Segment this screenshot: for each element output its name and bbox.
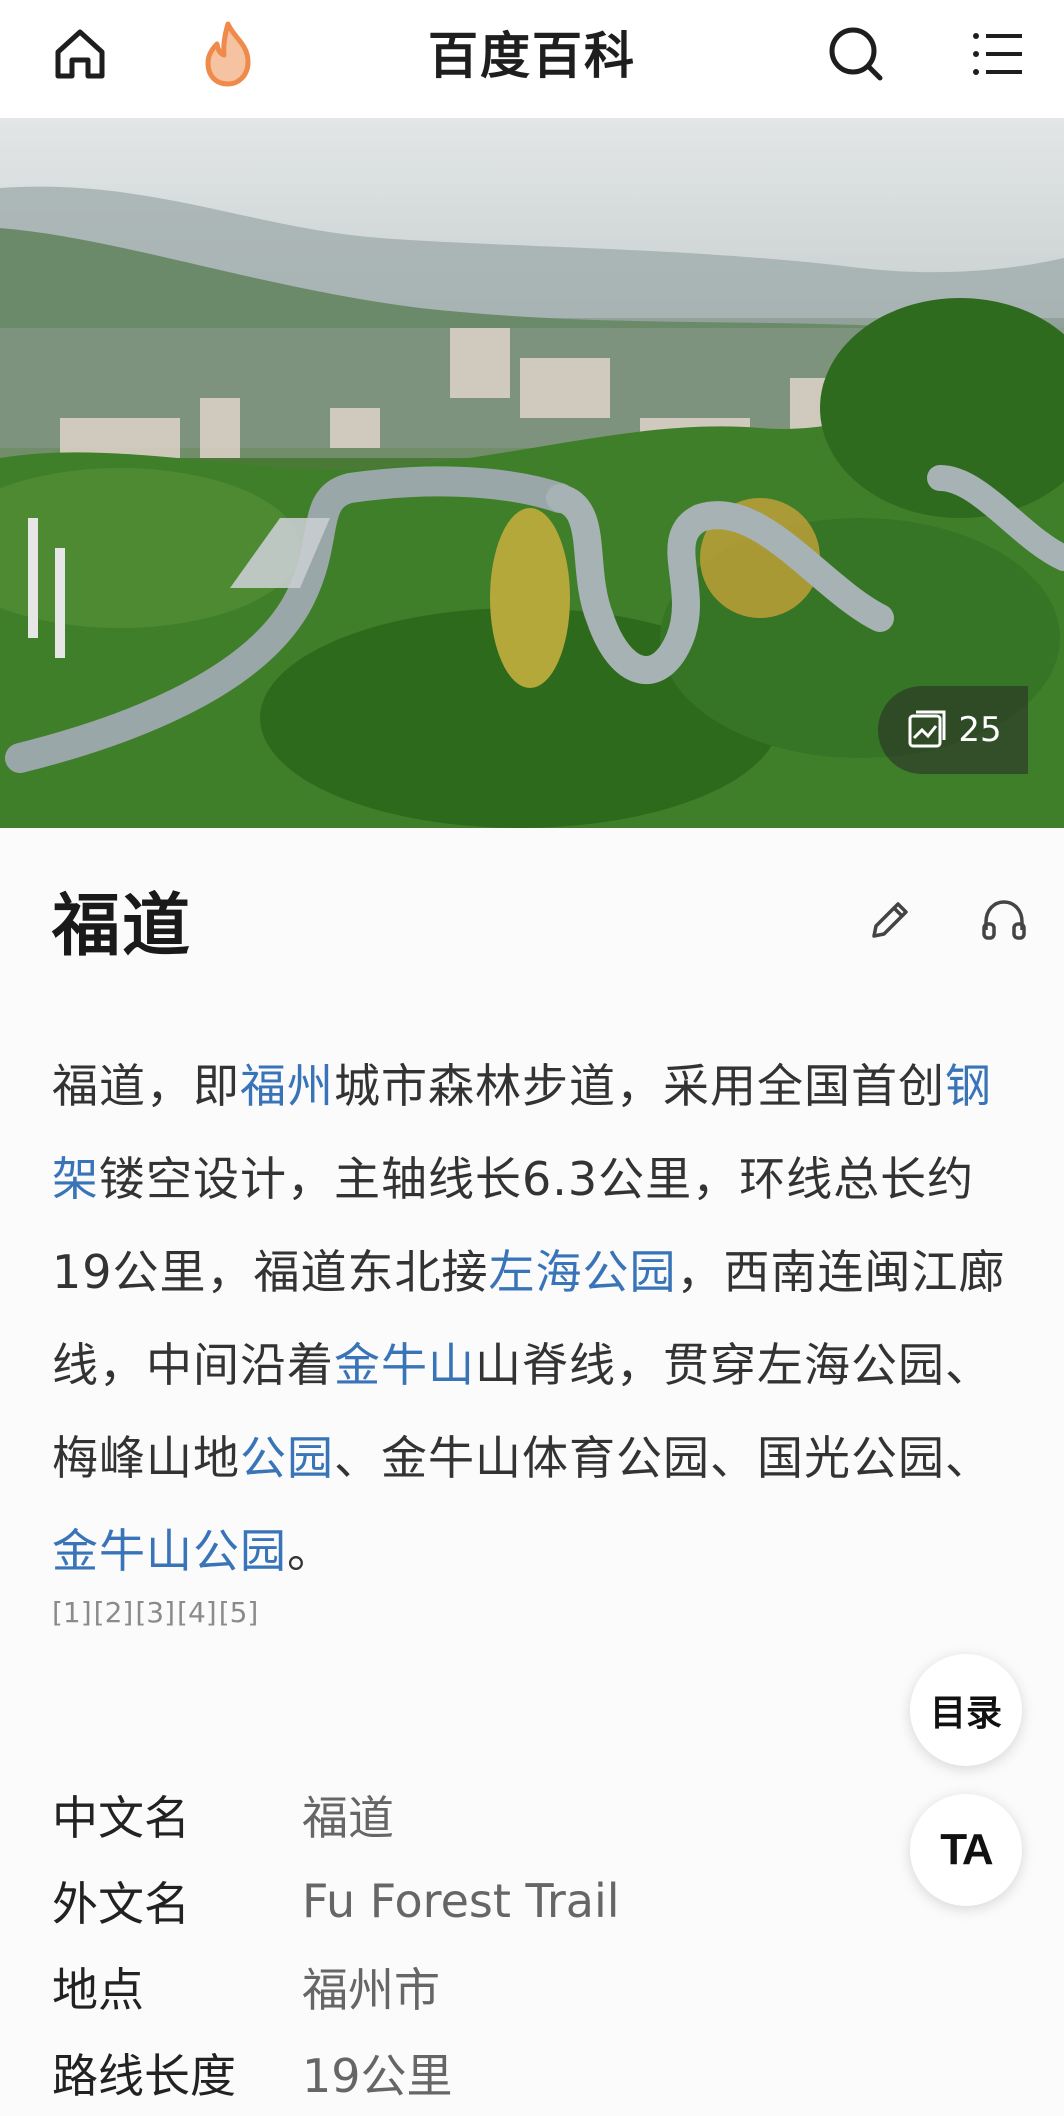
infobox-key: 中文名 xyxy=(52,1791,190,1845)
infobox-row: 中文名 福道 xyxy=(52,1772,872,1858)
reference-link[interactable]: [2] xyxy=(94,1596,134,1629)
infobox-key: 地点 xyxy=(52,1963,144,2017)
reference-link[interactable]: [5] xyxy=(219,1596,259,1629)
infobox-key: 外文名 xyxy=(52,1877,190,1931)
edit-icon[interactable] xyxy=(862,892,918,948)
infobox-row: 路线长度 19公里 xyxy=(52,2030,872,2116)
headphones-icon[interactable] xyxy=(976,892,1032,948)
entry-summary: 福道，即福州城市森林步道，采用全国首创钢架镂空设计，主轴线长6.3公里，环线总长… xyxy=(52,1040,1032,1598)
ta-button[interactable]: TA xyxy=(910,1794,1022,1906)
infobox: 中文名 福道 外文名 Fu Forest Trail 地点 福州市 路线长度 1… xyxy=(52,1772,872,2116)
summary-text: 、金牛山体育公园、国光公园、 xyxy=(334,1431,992,1485)
reference-link[interactable]: [4] xyxy=(177,1596,217,1629)
search-icon[interactable] xyxy=(820,18,892,90)
app-title: 百度百科 xyxy=(428,27,636,85)
infobox-value: 福道 xyxy=(302,1791,394,1845)
summary-text: 福道，即 xyxy=(52,1059,240,1113)
infobox-row: 外文名 Fu Forest Trail xyxy=(52,1858,872,1944)
gallery-count: 25 xyxy=(958,710,1002,750)
reference-link[interactable]: [3] xyxy=(135,1596,175,1629)
summary-text: 。 xyxy=(287,1524,334,1578)
gallery-icon xyxy=(908,710,946,748)
entry-title: 福道 xyxy=(52,887,193,966)
summary-link[interactable]: 金牛山公园 xyxy=(52,1524,287,1578)
reference-link[interactable]: [1] xyxy=(52,1596,92,1629)
infobox-value: 19公里 xyxy=(302,2049,453,2103)
top-bar: 百度百科 xyxy=(0,0,1064,118)
infobox-row: 地点 福州市 xyxy=(52,1944,872,2030)
summary-link[interactable]: 福州 xyxy=(240,1059,334,1113)
summary-text: 城市森林步道，采用全国首创 xyxy=(334,1059,945,1113)
summary-link[interactable]: 左海公园 xyxy=(489,1245,677,1299)
infobox-value: 福州市 xyxy=(302,1963,440,2017)
summary-link[interactable]: 金牛山 xyxy=(334,1338,475,1392)
summary-link[interactable]: 公园 xyxy=(240,1431,334,1485)
menu-icon[interactable] xyxy=(962,18,1034,90)
gallery-count-badge[interactable]: 25 xyxy=(878,686,1028,774)
infobox-value: Fu Forest Trail xyxy=(302,1874,620,1928)
reference-list: [1][2][3][4][5] xyxy=(52,1596,260,1629)
toc-button[interactable]: 目录 xyxy=(910,1654,1022,1766)
infobox-key: 路线长度 xyxy=(52,2049,236,2103)
